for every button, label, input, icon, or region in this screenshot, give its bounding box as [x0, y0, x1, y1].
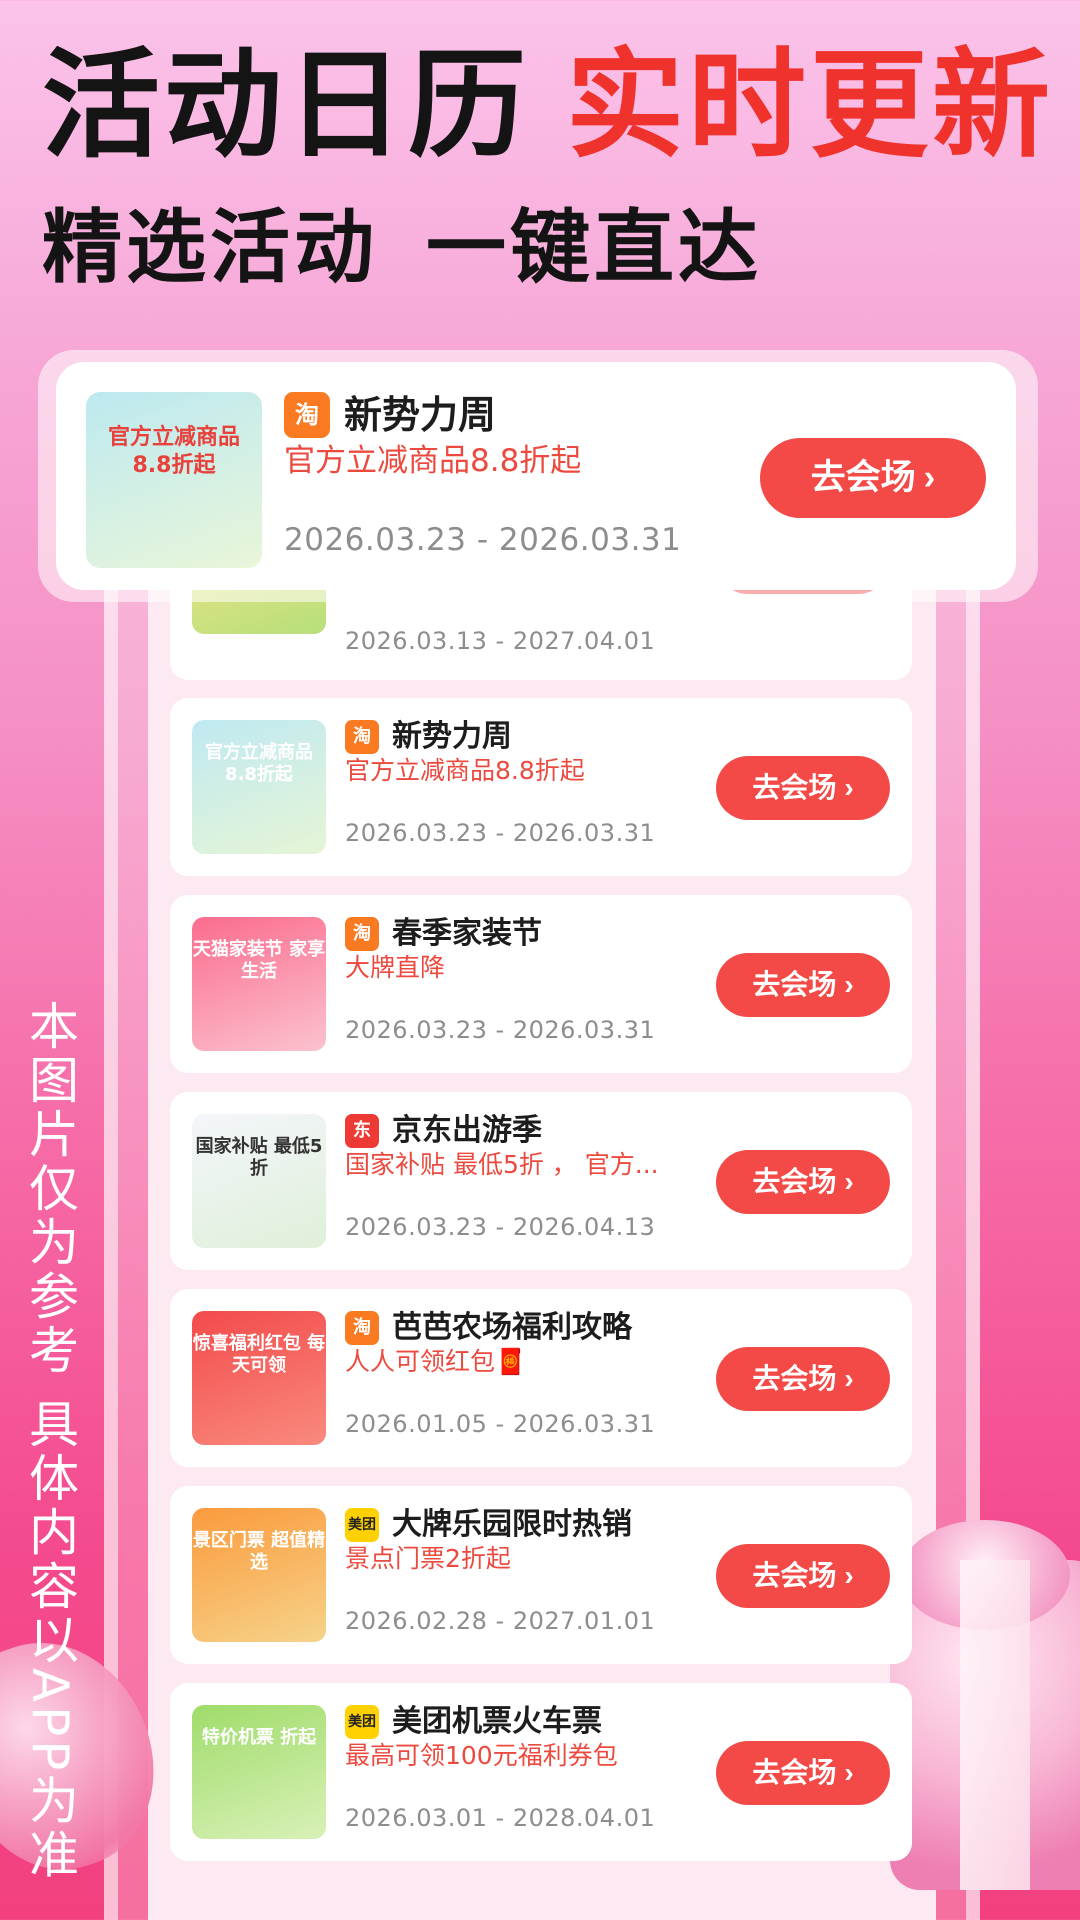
- featured-activity-card[interactable]: 官方立减商品 8.8折起 淘 新势力周 官方立减商品8.8折起 2026.03.…: [56, 362, 1016, 590]
- activity-thumb-text: 天猫家装节 家享生活: [192, 939, 326, 982]
- chevron-right-icon: ›: [844, 969, 854, 1000]
- activity-thumb-text: 景区门票 超值精选: [192, 1530, 326, 1573]
- activity-thumb-text: 国家补贴 最低5折: [195, 1136, 323, 1179]
- subline-right: 一键直达: [426, 201, 762, 294]
- chevron-right-icon: ›: [844, 1363, 854, 1394]
- featured-title: 新势力周: [344, 393, 497, 437]
- chevron-right-icon: ›: [844, 1757, 854, 1788]
- headline-black: 活动日历: [42, 36, 531, 174]
- chevron-right-icon: ›: [844, 1166, 854, 1197]
- chevron-right-icon: ›: [844, 772, 854, 803]
- activity-thumbnail: 惊喜福利红包 每天可领: [192, 1311, 326, 1445]
- featured-thumb-text: 官方立减商品 8.8折起: [107, 425, 240, 478]
- activity-thumb-text: 特价机票 折起: [201, 1727, 317, 1748]
- featured-go-venue-button[interactable]: 去会场 ›: [760, 438, 986, 518]
- activity-title: 新势力周: [392, 719, 512, 754]
- activity-title: 芭芭农场福利攻略: [392, 1310, 632, 1345]
- activity-subtitle: 景点门票2折起: [345, 1544, 511, 1573]
- go-venue-button[interactable]: 去会场 ›: [716, 1544, 890, 1608]
- activity-thumbnail: 景区门票 超值精选: [192, 1508, 326, 1642]
- featured-go-venue-label: 去会场: [810, 458, 916, 497]
- featured-thumbnail: 官方立减商品 8.8折起: [86, 392, 262, 568]
- meituan-icon: 美团: [345, 1508, 379, 1542]
- taobao-icon: 淘: [345, 917, 379, 951]
- activity-title: 春季家装节: [392, 916, 542, 951]
- activity-thumbnail: 官方立减商品 8.8折起: [192, 720, 326, 854]
- headline-red: 实时更新: [566, 36, 1055, 174]
- activity-subtitle: 大牌直降: [345, 953, 446, 982]
- activity-dates: 2026.03.01 - 2028.04.01: [345, 1804, 656, 1832]
- go-venue-button[interactable]: 去会场 ›: [716, 1347, 890, 1411]
- taobao-icon: 淘: [345, 720, 379, 754]
- activity-dates: 2026.03.23 - 2026.03.31: [345, 1016, 656, 1044]
- disclaimer-text: 本图片仅为参考 具体内容以APP为准: [21, 1000, 79, 1883]
- chevron-right-icon: ›: [923, 458, 936, 497]
- taobao-icon: 淘: [345, 1311, 379, 1345]
- subline-left: 精选活动: [42, 201, 378, 294]
- taobao-icon: 淘: [284, 392, 330, 438]
- activity-subtitle: 人人可领红包🧧: [345, 1347, 527, 1376]
- go-venue-label: 去会场: [752, 1757, 837, 1788]
- activity-thumb-text: 惊喜福利红包 每天可领: [192, 1333, 326, 1376]
- activity-card[interactable]: 景区门票 超值精选 美团 大牌乐园限时热销 景点门票2折起 2026.02.28 - 2…: [170, 1486, 912, 1664]
- meituan-icon: 美团: [345, 1705, 379, 1739]
- activity-thumb-text: 官方立减商品 8.8折起: [205, 742, 313, 785]
- activity-title: 京东出游季: [392, 1113, 542, 1148]
- jd-icon: 东: [345, 1114, 379, 1148]
- activity-dates: 2026.03.23 - 2026.03.31: [345, 819, 656, 847]
- go-venue-label: 去会场: [752, 1560, 837, 1591]
- activity-subtitle: 官方立减商品8.8折起: [345, 756, 585, 785]
- activity-card[interactable]: 官方立减商品 8.8折起淘新势力周 官方立减商品8.8折起 2026.03.23 -…: [170, 698, 912, 876]
- go-venue-label: 去会场: [752, 1166, 837, 1197]
- activity-dates: 2026.03.23 - 2026.04.13: [345, 1213, 656, 1241]
- activity-card[interactable]: 天猫家装节 家享生活淘春季家装节 大牌直降 2026.03.23 - 2026.03…: [170, 895, 912, 1073]
- featured-subtitle: 官方立减商品8.8折起: [284, 443, 582, 479]
- go-venue-label: 去会场: [752, 969, 837, 1000]
- activity-card[interactable]: 惊喜福利红包 每天可领淘芭芭农场福利攻略 人人可领红包🧧 2026.01.05 - …: [170, 1289, 912, 1467]
- activity-thumbnail: 国家补贴 最低5折: [192, 1114, 326, 1248]
- activity-dates: 2026.03.13 - 2027.04.01: [345, 627, 656, 655]
- activity-dates: 2026.01.05 - 2026.03.31: [345, 1410, 656, 1438]
- activity-thumbnail: 天猫家装节 家享生活: [192, 917, 326, 1051]
- activity-subtitle: 最高可领100元福利券包: [345, 1741, 618, 1770]
- subline: 精选活动 一键直达: [42, 198, 762, 298]
- go-venue-button[interactable]: 去会场 ›: [716, 953, 890, 1017]
- activity-title: 大牌乐园限时热销: [392, 1507, 632, 1542]
- featured-dates: 2026.03.23 - 2026.03.31: [284, 522, 682, 558]
- activity-title: 美团机票火车票: [392, 1704, 602, 1739]
- go-venue-label: 去会场: [752, 1363, 837, 1394]
- headline: 活动日历 实时更新: [42, 30, 1054, 180]
- chevron-right-icon: ›: [844, 1560, 854, 1591]
- go-venue-button[interactable]: 去会场 ›: [716, 1741, 890, 1805]
- decorative-gift-box: [890, 1520, 1080, 1890]
- activity-thumbnail: 特价机票 折起: [192, 1705, 326, 1839]
- go-venue-button[interactable]: 去会场 ›: [716, 1150, 890, 1214]
- activity-card[interactable]: 特价机票 折起 美团 美团机票火车票 最高可领100元福利券包 2026.03.01 -…: [170, 1683, 912, 1861]
- activity-subtitle: 国家补贴 最低5折 ， 官方...: [345, 1150, 659, 1179]
- go-venue-label: 去会场: [752, 772, 837, 803]
- activity-dates: 2026.02.28 - 2027.01.01: [345, 1607, 656, 1635]
- activity-card[interactable]: 国家补贴 最低5折东京东出游季 国家补贴 最低5折 ， 官方... 2026.03.…: [170, 1092, 912, 1270]
- go-venue-button[interactable]: 去会场 ›: [716, 756, 890, 820]
- gift-ribbon: [960, 1560, 1030, 1890]
